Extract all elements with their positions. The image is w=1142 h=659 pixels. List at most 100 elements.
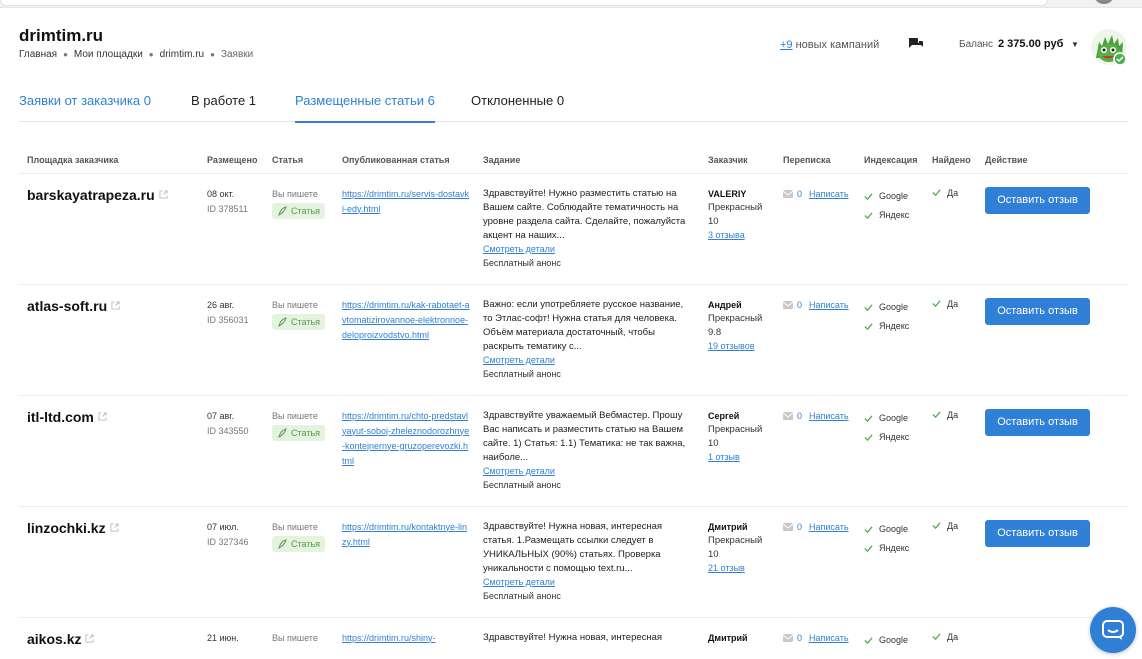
task-text: Здравствуйте! Нужна новая, интересная (483, 631, 663, 643)
breadcrumb-my-sites[interactable]: Мои площадки (74, 49, 143, 60)
cell-article: Вы пишете Статья (264, 506, 334, 618)
cell-article: Вы пишете (264, 617, 334, 657)
messages-row: 0 Написать (783, 189, 856, 199)
write-message-link[interactable]: Написать (809, 633, 849, 643)
leave-review-button[interactable]: Оставить отзыв (985, 186, 1090, 214)
tab-in-progress[interactable]: В работе 1 (191, 93, 256, 121)
address-bar[interactable] (0, 0, 1048, 6)
external-link-icon[interactable] (98, 412, 107, 421)
index-google: Google (864, 521, 924, 538)
mail-icon (783, 633, 793, 642)
writer-label: Вы пишете (272, 410, 318, 421)
balance-label: Баланс (959, 39, 994, 50)
site-domain: linzochki.kz (27, 520, 119, 536)
customer-name: Андрей (708, 299, 742, 310)
cell-customer: Дмитрий (700, 617, 775, 657)
article-badge: Статья (272, 313, 326, 330)
writer-label: Вы пишете (272, 299, 318, 310)
leave-review-button[interactable]: Оставить отзыв (985, 297, 1090, 325)
cell-task: Здравствуйте! Нужна новая, интересная ст… (475, 506, 700, 618)
customer-name: VALERIY (708, 188, 747, 199)
customer-reviews-link[interactable]: 19 отзывов (708, 341, 775, 351)
index-yandex-label: Яндекс (879, 210, 910, 220)
placed-id: ID 343550 (207, 425, 249, 436)
new-campaigns-text: новых кампаний (792, 39, 880, 51)
tab-rejected[interactable]: Отклоненные 0 (471, 93, 564, 121)
index-yandex-label: Яндекс (879, 321, 910, 331)
cell-article: Вы пишете Статья (264, 284, 334, 396)
write-message-link[interactable]: Написать (809, 411, 849, 421)
index-yandex-label: Яндекс (879, 543, 910, 553)
customer-reviews-link[interactable]: 21 отзыв (708, 563, 775, 573)
index-yandex: Яндекс (864, 429, 924, 446)
external-link-icon[interactable] (110, 523, 119, 532)
index-google-label: Google (879, 191, 909, 201)
cell-placed: 08 окт. ID 378511 (199, 173, 264, 285)
cell-task: Важно: если употребляете русское названи… (475, 284, 700, 396)
column-header-published-article: Опубликованная статья (334, 148, 475, 174)
customer-rating: Прекрасный 10 (708, 201, 763, 227)
task-details-link[interactable]: Смотреть детали (483, 355, 700, 365)
tab-placed-articles[interactable]: Размещенные статьи 6 (295, 93, 435, 123)
tab-customer-requests[interactable]: Заявки от заказчика 0 (19, 93, 151, 121)
cell-indexing: Google Яндекс (856, 173, 924, 285)
check-icon (864, 636, 873, 644)
write-message-link[interactable]: Написать (809, 300, 849, 310)
column-header-customer-site: Площадка заказчика (19, 148, 199, 174)
column-header-action: Действие (977, 148, 1128, 174)
published-article-link[interactable]: https://drimtim.ru/shiny- (342, 631, 470, 646)
cell-indexing: Google (856, 617, 924, 657)
cell-customer: Дмитрий Прекрасный 10 21 отзыв (700, 506, 775, 618)
cell-article: Вы пишете Статья (264, 173, 334, 285)
leave-review-button[interactable]: Оставить отзыв (985, 408, 1090, 436)
feather-icon (278, 427, 287, 438)
new-campaigns-link[interactable]: +9 (780, 39, 793, 51)
article-badge: Статья (272, 202, 326, 219)
check-icon (864, 525, 873, 533)
breadcrumb-home[interactable]: Главная (19, 49, 57, 60)
index-google-label: Google (879, 524, 909, 534)
site-domain-text: aikos.kz (27, 630, 82, 647)
index-google: Google (864, 188, 924, 205)
leave-review-button[interactable]: Оставить отзыв (985, 519, 1090, 547)
published-article-link[interactable]: https://drimtim.ru/chto-predstavlyayut-s… (342, 409, 470, 469)
external-link-icon[interactable] (159, 190, 168, 199)
task-details-link[interactable]: Смотреть детали (483, 244, 700, 254)
external-link-icon[interactable] (85, 634, 95, 643)
task-details-link[interactable]: Смотреть детали (483, 466, 700, 476)
cell-site: aikos.kz (19, 617, 199, 657)
external-link-icon[interactable] (111, 301, 120, 310)
cell-found: Да (924, 617, 977, 657)
check-icon (864, 192, 873, 200)
placed-date: 26 авг. (207, 299, 234, 310)
chat-icon[interactable] (908, 37, 924, 51)
customer-reviews-link[interactable]: 1 отзыв (708, 452, 775, 462)
cell-site: linzochki.kz (19, 506, 199, 618)
found-status: Да (932, 410, 977, 420)
task-details-link[interactable]: Смотреть детали (483, 577, 700, 587)
check-icon (864, 322, 873, 330)
write-message-link[interactable]: Написать (809, 522, 849, 532)
profile-dot-icon[interactable] (1095, 0, 1113, 4)
messages-row: 0 Написать (783, 633, 856, 643)
support-chat-button[interactable] (1090, 607, 1136, 653)
cell-action: Оставить отзыв (977, 395, 1128, 507)
index-google: Google (864, 299, 924, 316)
chevron-down-icon[interactable]: ▼ (1071, 40, 1079, 49)
cell-action: Оставить отзыв (977, 173, 1128, 285)
customer-reviews-link[interactable]: 3 отзыва (708, 230, 775, 240)
breadcrumb-site[interactable]: drimtim.ru (160, 49, 204, 60)
column-header-placed: Размещено (199, 148, 264, 174)
balance-value[interactable]: 2 375.00 руб (998, 38, 1063, 50)
avatar[interactable] (1090, 28, 1128, 66)
found-status: Да (932, 632, 977, 642)
write-message-link[interactable]: Написать (809, 189, 849, 199)
published-article-link[interactable]: https://drimtim.ru/servis-dostavki-edy.h… (342, 187, 470, 217)
published-article-link[interactable]: https://drimtim.ru/kak-rabotaet-avtomati… (342, 298, 470, 343)
published-article-link[interactable]: https://drimtim.ru/kontaktnye-linzy.html (342, 520, 470, 550)
table-header-row: Площадка заказчика Размещено Статья Опуб… (19, 148, 1128, 174)
messages-count: 0 (797, 188, 803, 199)
found-label: Да (947, 409, 959, 420)
table-row: atlas-soft.ru 26 авг. ID 356031 Вы пишет… (19, 284, 1128, 396)
found-status: Да (932, 188, 977, 198)
